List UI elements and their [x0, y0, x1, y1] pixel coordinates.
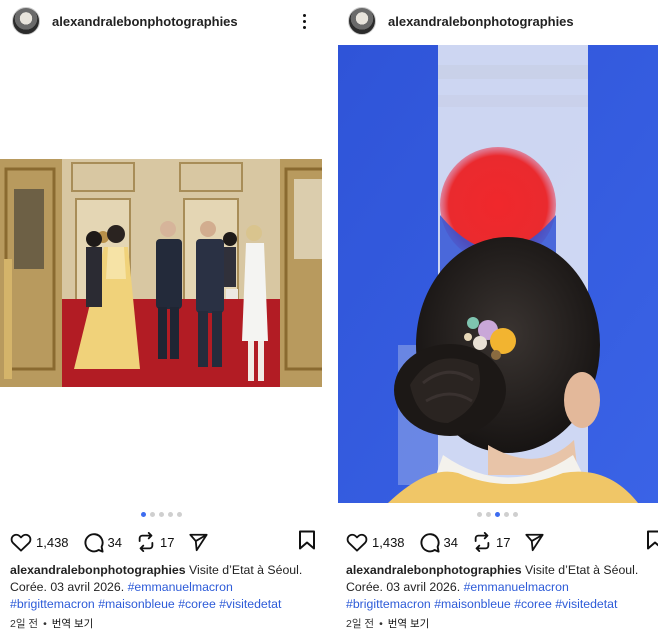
carousel-dot	[512, 512, 518, 517]
repost-icon	[474, 532, 490, 552]
heart-icon	[10, 533, 32, 552]
post-image[interactable]	[338, 45, 658, 503]
carousel-dot	[158, 512, 164, 517]
hashtag[interactable]: #emmanuelmacron	[128, 580, 233, 594]
username[interactable]: alexandralebonphotographies	[388, 14, 574, 29]
hashtag[interactable]: #visitedetat	[219, 597, 281, 611]
heart-icon	[346, 533, 368, 552]
post-caption: alexandralebonphotographies Visite d’Eta…	[346, 562, 654, 613]
hashtag[interactable]: #coree	[178, 597, 216, 611]
timestamp: 2일 전	[10, 618, 39, 630]
username[interactable]: alexandralebonphotographies	[52, 14, 238, 29]
avatar[interactable]	[348, 7, 376, 35]
comment-icon	[84, 532, 104, 553]
like-button[interactable]: 1,438	[346, 532, 405, 552]
comment-button[interactable]: 34	[83, 532, 122, 553]
carousel-indicator	[336, 512, 658, 517]
carousel-dot	[485, 512, 491, 517]
hashtag[interactable]: #brigittemacron	[10, 597, 95, 611]
repost-icon	[138, 532, 154, 552]
share-button[interactable]	[524, 532, 545, 552]
bookmark-button[interactable]	[298, 530, 316, 553]
post-image[interactable]	[0, 159, 322, 387]
post-header: alexandralebonphotographies	[12, 6, 316, 36]
carousel-dot	[494, 512, 500, 517]
comment-count: 34	[107, 534, 123, 550]
post-meta: 2일 전 • 번역 보기	[10, 616, 93, 631]
share-icon	[189, 533, 209, 552]
timestamp: 2일 전	[346, 618, 375, 630]
action-bar: 1,438 34 17	[10, 530, 322, 554]
hashtag[interactable]: #visitedetat	[555, 597, 617, 611]
translate-link[interactable]: 번역 보기	[388, 616, 430, 631]
share-button[interactable]	[188, 532, 209, 552]
repost-count: 17	[496, 534, 511, 550]
carousel-dot	[176, 512, 182, 517]
action-bar: 1,438 34 17	[346, 530, 658, 554]
bookmark-button[interactable]	[646, 530, 658, 553]
carousel-dot	[140, 512, 146, 517]
carousel-dot	[149, 512, 155, 517]
share-icon	[525, 533, 545, 552]
comment-button[interactable]: 34	[419, 532, 458, 553]
post-meta: 2일 전 • 번역 보기	[346, 616, 429, 631]
hashtag[interactable]: #maisonbleue	[98, 597, 175, 611]
separator-dot: •	[379, 617, 383, 630]
repost-button[interactable]: 17	[472, 532, 510, 552]
carousel-indicator	[0, 512, 322, 517]
like-count: 1,438	[36, 534, 69, 550]
like-button[interactable]: 1,438	[10, 532, 69, 552]
separator-dot: •	[43, 617, 47, 630]
hashtag[interactable]: #maisonbleue	[434, 597, 511, 611]
carousel-dot	[503, 512, 509, 517]
hanbok-hairpiece-photo	[338, 45, 658, 503]
post-caption: alexandralebonphotographies Visite d’Eta…	[10, 562, 318, 613]
bookmark-icon	[647, 530, 658, 550]
repost-button[interactable]: 17	[136, 532, 174, 552]
carousel-dot	[167, 512, 173, 517]
more-options-icon[interactable]	[296, 10, 312, 32]
bookmark-icon	[299, 530, 315, 550]
state-visit-photo	[0, 159, 322, 387]
comment-count: 34	[443, 534, 459, 550]
post-header: alexandralebonphotographies	[348, 6, 652, 36]
caption-username[interactable]: alexandralebonphotographies	[346, 563, 522, 577]
hashtag[interactable]: #brigittemacron	[346, 597, 431, 611]
translate-link[interactable]: 번역 보기	[52, 616, 94, 631]
repost-count: 17	[160, 534, 175, 550]
post-card-right: alexandralebonphotographies 1,438 34 17 …	[336, 0, 658, 643]
hashtag[interactable]: #emmanuelmacron	[464, 580, 569, 594]
avatar[interactable]	[12, 7, 40, 35]
post-card-left: alexandralebonphotographies 1,438 34 17 …	[0, 0, 322, 643]
caption-username[interactable]: alexandralebonphotographies	[10, 563, 186, 577]
hashtag[interactable]: #coree	[514, 597, 552, 611]
like-count: 1,438	[372, 534, 405, 550]
comment-icon	[420, 532, 440, 553]
carousel-dot	[476, 512, 482, 517]
